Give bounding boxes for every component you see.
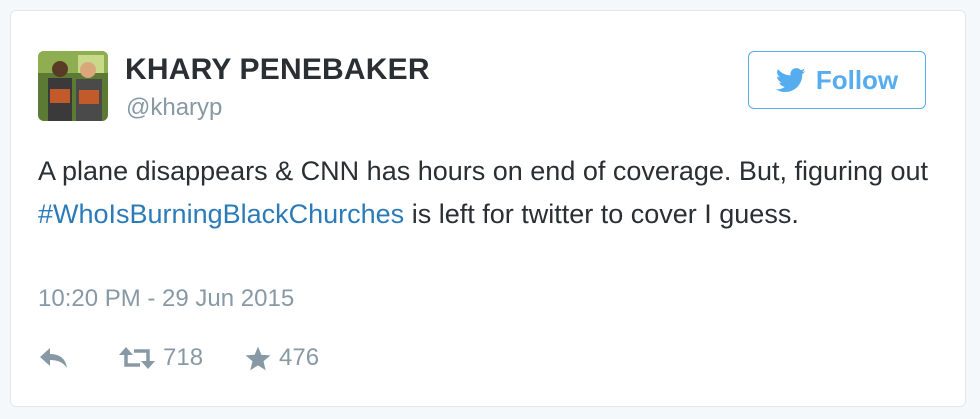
hashtag-link[interactable]: #WhoIsBurningBlackChurches bbox=[38, 199, 404, 229]
follow-button[interactable]: Follow bbox=[748, 51, 926, 109]
retweet-button[interactable]: 718 bbox=[119, 344, 203, 372]
reply-button[interactable] bbox=[39, 347, 69, 369]
tweet-actions: 718 476 bbox=[39, 341, 319, 375]
tweet-text-end: is left for twitter to cover I guess. bbox=[404, 198, 799, 229]
favorite-button[interactable]: 476 bbox=[245, 344, 319, 372]
favorite-count: 476 bbox=[279, 344, 320, 371]
tweet-timestamp[interactable]: 10:20 PM - 29 Jun 2015 bbox=[38, 285, 294, 313]
tweet-text-start: A plane disappears & CNN has hours on en… bbox=[38, 156, 929, 186]
follow-button-label: Follow bbox=[815, 64, 899, 95]
author-name[interactable]: KHARY PENEBAKER bbox=[125, 53, 430, 87]
tweet-card: KHARY PENEBAKER @kharyp Follow A plane d… bbox=[10, 10, 966, 407]
star-icon bbox=[245, 346, 271, 370]
twitter-bird-icon bbox=[775, 67, 806, 92]
author-handle[interactable]: @kharyp bbox=[126, 94, 222, 122]
reply-icon bbox=[40, 348, 67, 368]
tweet-text: A plane disappears & CNN has hours on en… bbox=[38, 150, 938, 235]
author-avatar[interactable] bbox=[38, 51, 108, 121]
retweet-count: 718 bbox=[163, 344, 204, 371]
retweet-icon bbox=[119, 347, 155, 369]
